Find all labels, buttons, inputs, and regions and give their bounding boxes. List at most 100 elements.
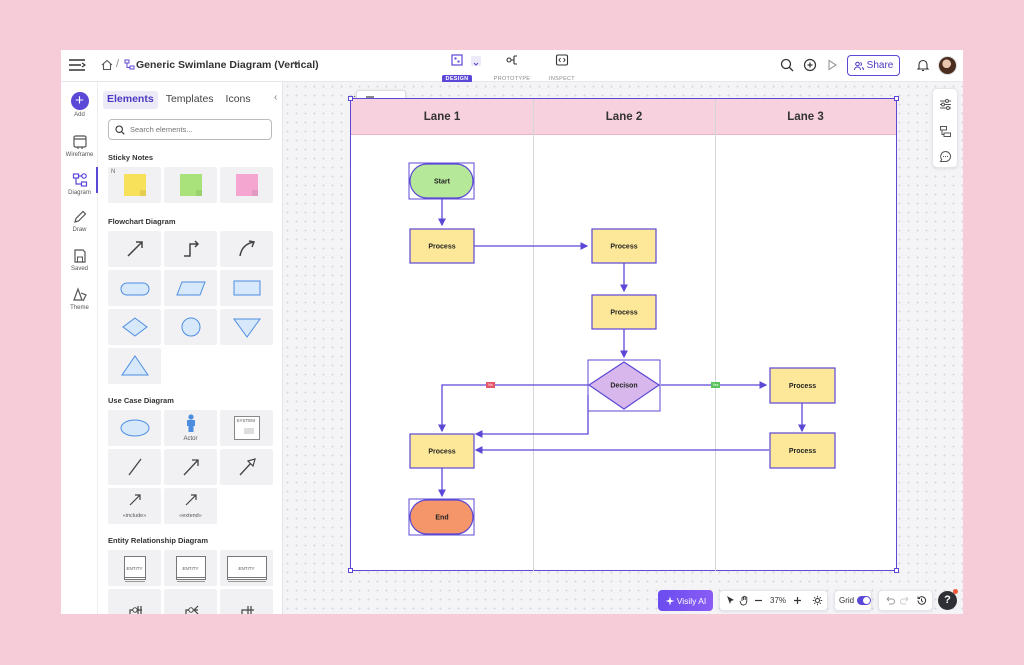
er-one-one-relation-item[interactable] [220,589,273,614]
chevron-down-icon[interactable] [292,61,300,67]
inverted-triangle-item[interactable] [220,309,273,345]
parallelogram-shape-item[interactable] [164,270,217,306]
rectangle-icon [233,280,260,296]
layers-icon[interactable] [939,125,952,138]
menu-icon[interactable] [68,57,86,73]
hand-icon[interactable] [739,595,750,606]
tab-elements[interactable]: Elements [103,91,158,109]
rail-item-wireframe[interactable]: Wireframe [61,134,98,158]
mode-prototype[interactable]: PROTOTYPE [490,53,534,82]
system-box: SYSTEM [233,416,260,440]
zoom-level[interactable]: 37% [770,596,786,605]
resize-handle-top-right[interactable] [894,96,899,101]
undo-icon[interactable] [884,595,895,606]
elbow-arrow-item[interactable] [164,231,217,267]
include-label: «include» [122,513,147,519]
curved-arrow-item[interactable] [220,231,273,267]
visily-ai-button[interactable]: Visily AI [658,590,713,611]
extend-relation-item[interactable]: «extend» [164,488,217,524]
resize-handle-bottom-left[interactable] [348,568,353,573]
add-comment-icon[interactable] [803,58,817,72]
pointer-icon[interactable] [725,595,736,606]
sticky-note-green[interactable] [164,167,217,203]
circle-shape-item[interactable] [164,309,217,345]
rail-item-draw[interactable]: Draw [61,209,98,233]
process-node-label: Process [428,449,455,456]
extend-label: «extend» [179,513,202,519]
rounded-rect-icon [120,282,149,296]
end-node-label: End [435,515,448,522]
sticky-note-yellow[interactable]: N [108,167,161,203]
zoom-in-icon[interactable] [792,595,803,606]
share-button[interactable]: Share [847,55,900,76]
comment-icon[interactable] [939,150,952,163]
avatar[interactable] [938,56,957,75]
search-icon[interactable] [780,58,794,72]
rail-item-saved[interactable]: Saved [61,248,98,272]
actor-label: Actor [183,436,198,442]
home-icon[interactable] [101,59,113,71]
elements-panel: Elements Templates Icons ‹ Sticky Notes … [98,82,283,614]
tab-templates[interactable]: Templates [162,91,218,109]
er-one-relation-item[interactable] [108,589,161,614]
rectangle-shape-item[interactable] [220,270,273,306]
er-one-icon [128,606,142,614]
top-bar: / Generic Swimlane Diagram (Vertical) DE… [61,50,963,83]
swimlane-frame[interactable]: Lane 1 Lane 2 Lane 3 Start Process Proce… [350,98,897,571]
ellipse-icon [120,419,149,437]
gear-icon[interactable] [812,595,823,606]
generalization-item[interactable] [220,449,273,485]
history-icon[interactable] [916,595,927,606]
section-title-sticky: Sticky Notes [108,153,154,162]
directed-association-item[interactable] [164,449,217,485]
entity-table-item[interactable]: ENTITY [220,550,273,586]
association-line-item[interactable] [108,449,161,485]
diamond-shape-item[interactable] [108,309,161,345]
hollow-arrow-icon [239,458,256,476]
entity-wide-item[interactable]: ENTITY [164,550,217,586]
sticky-note-pink[interactable] [220,167,273,203]
actor-item[interactable]: Actor [164,410,217,446]
search-box[interactable] [108,119,272,140]
dashed-arrow-icon [185,494,197,506]
entity-item[interactable]: ENTITY [108,550,161,586]
section-title-flowchart: Flowchart Diagram [108,217,176,226]
dashed-arrow-icon [129,494,141,506]
design-canvas[interactable]: Lane 1 Lane 2 Lane 3 Start Process Proce… [283,82,963,614]
resize-handle-top-left[interactable] [348,96,353,101]
collapse-panel-icon[interactable]: ‹ [274,92,282,106]
system-boundary-item[interactable]: SYSTEM [220,410,273,446]
tab-icons[interactable]: Icons [222,91,255,109]
rail-item-add[interactable]: + Add [61,92,98,118]
parallelogram-icon [175,281,206,296]
grid-toggle[interactable] [857,596,871,605]
triangle-shape-item[interactable] [108,348,161,384]
er-many-icon [184,605,198,614]
redo-icon[interactable] [900,595,911,606]
actor-icon [186,414,195,432]
search-input[interactable] [130,125,260,134]
rail-item-theme[interactable]: Theme [61,287,98,311]
system-placeholder [243,428,254,434]
prototype-icon [506,55,517,65]
zoom-out-icon[interactable] [753,595,764,606]
inverted-triangle-icon [232,318,261,338]
include-relation-item[interactable]: «include» [108,488,161,524]
er-one-one-icon [240,606,254,614]
play-icon[interactable] [825,58,839,72]
code-icon [555,54,569,66]
resize-handle-bottom-right[interactable] [894,568,899,573]
sticky-swatch [235,174,258,196]
mode-dropdown[interactable] [471,56,481,66]
bell-icon[interactable] [916,58,930,72]
straight-arrow-item[interactable] [108,231,161,267]
edge-label-no: No [486,382,495,388]
sliders-icon[interactable] [939,98,952,111]
mode-inspect[interactable]: INSPECT [540,53,584,82]
diagram-icon [72,173,87,187]
ai-label: Visily AI [676,595,707,606]
terminator-shape-item[interactable] [108,270,161,306]
er-many-relation-item[interactable] [164,589,217,614]
usecase-ellipse-item[interactable] [108,410,161,446]
rail-item-diagram[interactable]: Diagram [61,172,98,196]
